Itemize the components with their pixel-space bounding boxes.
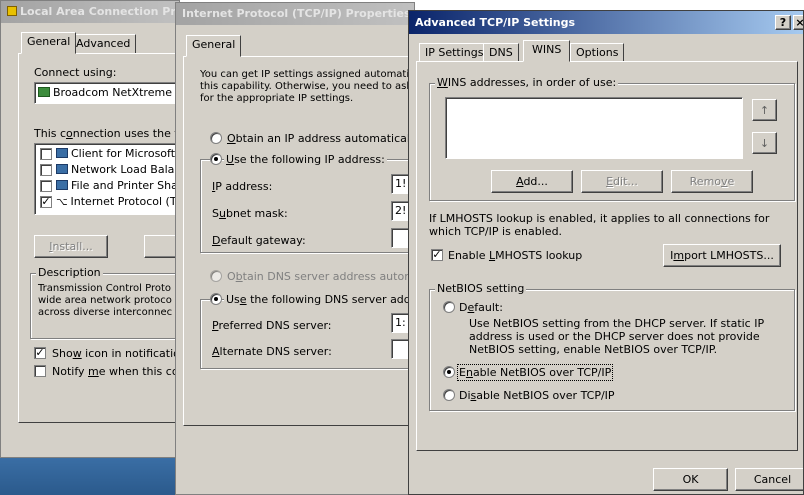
description-label: Description	[36, 266, 103, 279]
component-checkbox-1[interactable]	[40, 148, 52, 160]
component-item-3[interactable]: File and Printer Shar	[56, 179, 179, 192]
advanced-tcpip-title: Advanced TCP/IP Settings	[415, 16, 576, 29]
component-item-2[interactable]: Network Load Balan	[56, 163, 179, 176]
cancel-button[interactable]: Cancel	[735, 468, 803, 491]
move-down-button[interactable]: ↓	[752, 132, 777, 154]
tcpip-properties-title: Internet Protocol (TCP/IP) Properties	[182, 7, 411, 20]
use-ip-radio[interactable]	[210, 153, 222, 165]
network-icon	[7, 6, 17, 16]
tcpip-properties-window: Internet Protocol (TCP/IP) Properties Ge…	[175, 2, 415, 495]
netbios-default-desc: Use NetBIOS setting from the DHCP server…	[469, 317, 765, 356]
help-button[interactable]: ?	[775, 15, 791, 30]
tcpip-properties-titlebar[interactable]: Internet Protocol (TCP/IP) Properties	[176, 3, 414, 25]
netbios-group-label: NetBIOS setting	[435, 282, 527, 295]
use-dns-label[interactable]: Use the following DNS server address	[224, 293, 414, 306]
component-item-1[interactable]: Client for Microsoft N	[56, 147, 179, 160]
preferred-dns-label: Preferred DNS server:	[212, 319, 332, 332]
use-ip-label[interactable]: Use the following IP address:	[224, 153, 387, 166]
add-wins-button[interactable]: Add...	[491, 170, 573, 193]
notify-checkbox[interactable]	[34, 365, 46, 377]
netbios-default-radio[interactable]	[443, 301, 455, 313]
adapter-icon	[38, 87, 50, 97]
nlb-icon	[56, 164, 68, 174]
components-list[interactable]: Client for Microsoft N Network Load Bala…	[34, 143, 179, 215]
notify-label[interactable]: Notify me when this conn	[52, 365, 179, 378]
local-area-connection-window: Local Area Connection Pr General Advance…	[0, 0, 180, 458]
advanced-tcpip-window: Advanced TCP/IP Settings ? × IP Settings…	[408, 10, 804, 495]
advanced-tcpip-titlebar[interactable]: Advanced TCP/IP Settings	[409, 11, 803, 34]
component-item-4[interactable]: ⌥ Internet Protocol (TC	[56, 195, 179, 209]
wins-addresses-label: WINS addresses, in order of use:	[435, 76, 619, 89]
tab-options[interactable]: Options	[570, 43, 625, 63]
import-lmhosts-button[interactable]: Import LMHOSTS...	[663, 244, 781, 267]
wins-address-list[interactable]	[445, 97, 743, 159]
show-icon-label[interactable]: Show icon in notification a	[52, 347, 179, 360]
remove-wins-button[interactable]: Remove	[671, 170, 753, 193]
subnet-mask-label: Subnet mask:	[212, 207, 288, 220]
description-text: Transmission Control Proto wide area net…	[38, 283, 173, 318]
local-area-connection-titlebar[interactable]: Local Area Connection Pr	[1, 1, 179, 23]
items-label: This connection uses the follo	[34, 127, 179, 140]
tab-wins[interactable]: WINS	[523, 40, 571, 62]
netbios-default-label[interactable]: Default:	[459, 301, 503, 314]
install-button[interactable]: Install...	[34, 235, 108, 258]
default-gateway-label: Default gateway:	[212, 234, 306, 247]
client-icon	[56, 148, 68, 158]
disable-netbios-radio[interactable]	[443, 389, 455, 401]
component-checkbox-4[interactable]: ✓	[40, 196, 52, 208]
obtain-ip-label[interactable]: Obtain an IP address automatically	[227, 132, 414, 145]
enable-netbios-radio[interactable]	[443, 366, 455, 378]
connect-using-label: Connect using:	[34, 66, 117, 79]
adapter-name: Broadcom NetXtreme (	[53, 86, 180, 99]
enable-lmhosts-label[interactable]: Enable LMHOSTS lookup	[448, 249, 582, 262]
close-button[interactable]: ×	[793, 15, 803, 30]
ip-address-label: IP address:	[212, 180, 273, 193]
tab-ip-settings[interactable]: IP Settings	[419, 43, 490, 63]
obtain-dns-radio[interactable]	[210, 270, 222, 282]
enable-netbios-label[interactable]: Enable NetBIOS over TCP/IP	[456, 364, 614, 381]
protocol-icon: ⌥	[56, 197, 68, 208]
taskbar	[0, 458, 178, 495]
component-checkbox-2[interactable]	[40, 164, 52, 176]
dns-group	[200, 299, 414, 369]
arrow-down-icon: ↓	[759, 137, 770, 150]
obtain-ip-radio[interactable]	[210, 132, 222, 144]
enable-lmhosts-checkbox[interactable]: ✓	[431, 249, 443, 261]
ok-button[interactable]: OK	[653, 468, 728, 491]
show-icon-checkbox[interactable]: ✓	[34, 347, 46, 359]
alternate-dns-label: Alternate DNS server:	[212, 345, 332, 358]
obtain-dns-label[interactable]: Obtain DNS server address automatic	[227, 270, 414, 283]
tab-general-lan[interactable]: General	[21, 32, 77, 54]
component-checkbox-3[interactable]	[40, 180, 52, 192]
use-dns-radio[interactable]	[210, 293, 222, 305]
move-up-button[interactable]: ↑	[752, 99, 777, 121]
lmhosts-info-text: If LMHOSTS lookup is enabled, it applies…	[429, 212, 770, 238]
file-printer-icon	[56, 180, 68, 190]
edit-wins-button[interactable]: Edit...	[581, 170, 663, 193]
tcpip-intro-text: You can get IP settings assigned automat…	[200, 69, 415, 104]
disable-netbios-label[interactable]: Disable NetBIOS over TCP/IP	[459, 389, 615, 402]
local-area-connection-title: Local Area Connection Pr	[20, 5, 176, 18]
arrow-up-icon: ↑	[759, 104, 770, 117]
tab-dns[interactable]: DNS	[483, 43, 519, 63]
adapter-field: Broadcom NetXtreme (	[34, 82, 180, 104]
tab-advanced-lan[interactable]: Advanced	[70, 34, 137, 54]
tab-general-tcpip[interactable]: General	[186, 35, 242, 57]
